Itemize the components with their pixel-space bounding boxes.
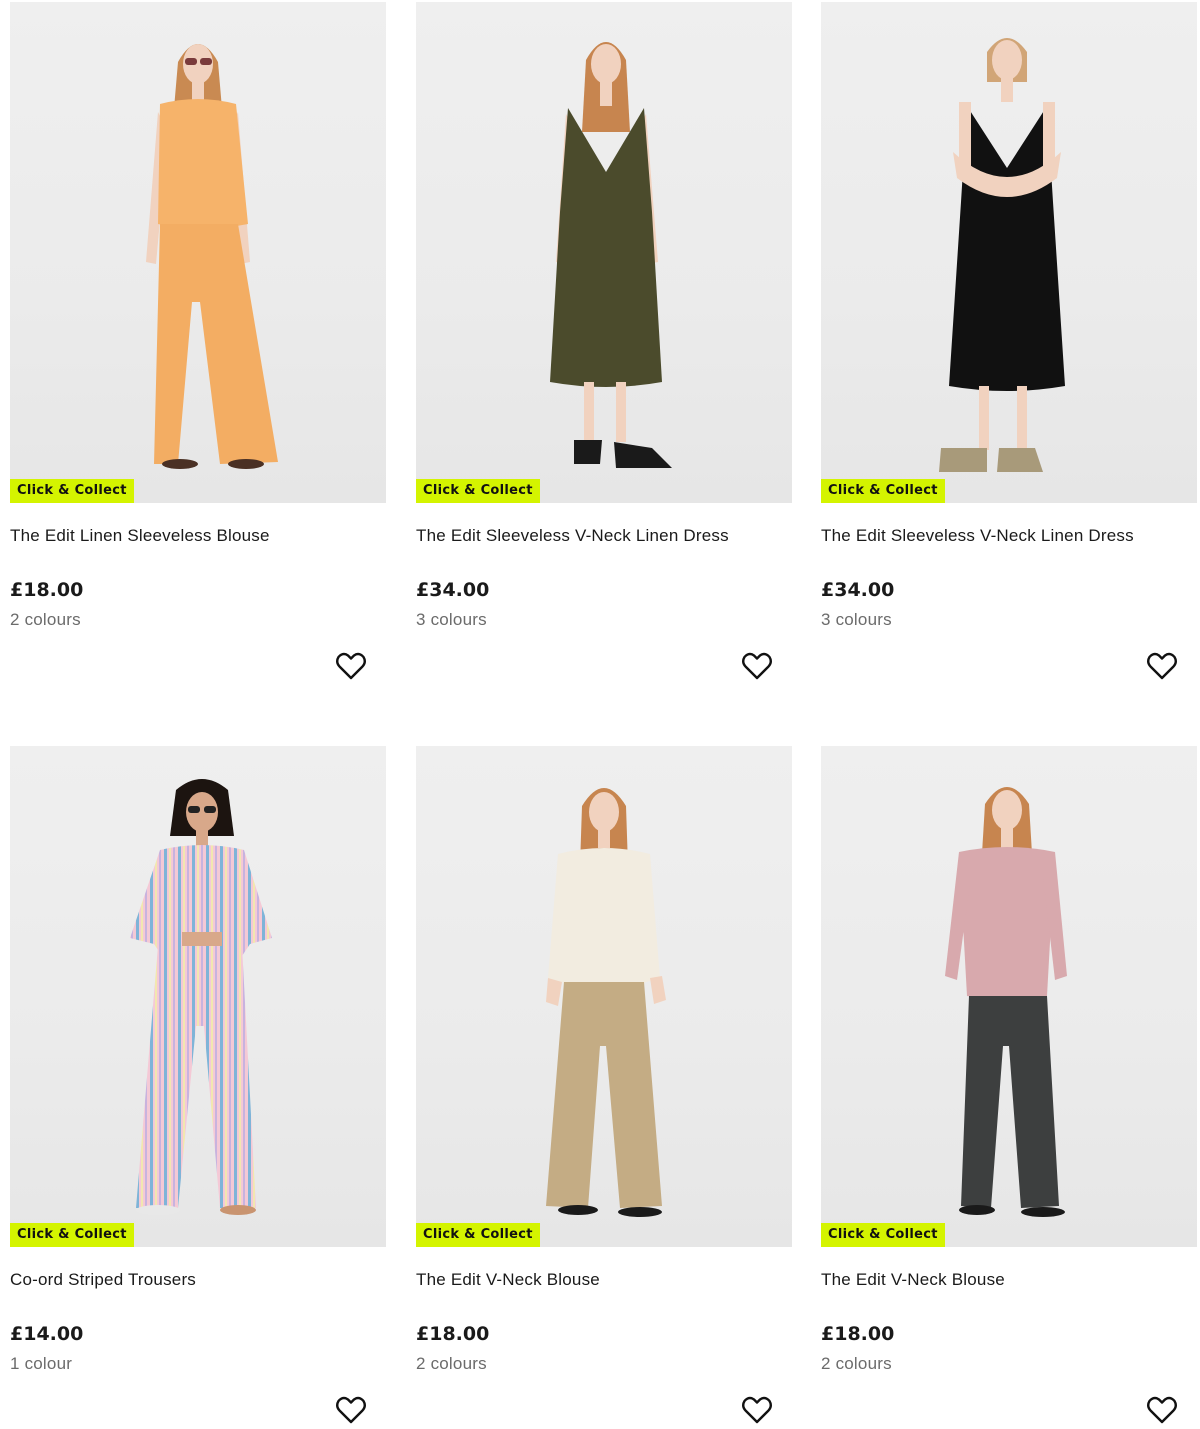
product-price: £14.00 [10,1323,84,1345]
product-colours: 3 colours [821,610,892,629]
click-collect-badge: Click & Collect [416,1223,540,1247]
model-figure [146,44,278,469]
product-card[interactable]: Click & Collect Co-ord Striped Trousers … [10,746,386,1424]
product-title[interactable]: The Edit V-Neck Blouse [416,1270,600,1290]
product-card[interactable]: Click & Collect The Edit Sleeveless V-Ne… [416,2,792,680]
heart-outline-icon[interactable] [335,651,367,681]
product-colours: 2 colours [416,1354,487,1373]
product-image[interactable]: Click & Collect [10,746,386,1247]
product-title[interactable]: The Edit Linen Sleeveless Blouse [10,526,270,546]
heart-outline-icon[interactable] [1146,1395,1178,1425]
product-price: £34.00 [821,579,895,601]
model-figure [550,42,672,468]
model-figure [939,38,1065,472]
product-title[interactable]: The Edit Sleeveless V-Neck Linen Dress [821,526,1134,546]
product-image[interactable]: Click & Collect [821,2,1197,503]
product-image[interactable]: Click & Collect [416,2,792,503]
product-title[interactable]: The Edit V-Neck Blouse [821,1270,1005,1290]
model-figure [945,787,1067,1217]
product-image[interactable]: Click & Collect [416,746,792,1247]
product-card[interactable]: Click & Collect The Edit Sleeveless V-Ne… [821,2,1197,680]
product-colours: 1 colour [10,1354,73,1373]
model-figure [546,788,666,1217]
product-price: £18.00 [821,1323,895,1345]
click-collect-badge: Click & Collect [416,479,540,503]
product-card[interactable]: Click & Collect The Edit Linen Sleeveles… [10,2,386,680]
model-figure [130,779,272,1215]
product-title[interactable]: The Edit Sleeveless V-Neck Linen Dress [416,526,729,546]
product-card[interactable]: Click & Collect The Edit V-Neck Blouse £… [416,746,792,1424]
product-price: £18.00 [416,1323,490,1345]
product-price: £34.00 [416,579,490,601]
heart-outline-icon[interactable] [335,1395,367,1425]
heart-outline-icon[interactable] [1146,651,1178,681]
click-collect-badge: Click & Collect [10,479,134,503]
click-collect-badge: Click & Collect [10,1223,134,1247]
product-colours: 2 colours [10,610,81,629]
click-collect-badge: Click & Collect [821,1223,945,1247]
product-price: £18.00 [10,579,84,601]
product-grid: Click & Collect The Edit Linen Sleeveles… [0,0,1200,1429]
product-title[interactable]: Co-ord Striped Trousers [10,1270,196,1290]
product-card[interactable]: Click & Collect The Edit V-Neck Blouse £… [821,746,1197,1424]
heart-outline-icon[interactable] [741,1395,773,1425]
product-image[interactable]: Click & Collect [10,2,386,503]
product-colours: 2 colours [821,1354,892,1373]
heart-outline-icon[interactable] [741,651,773,681]
product-colours: 3 colours [416,610,487,629]
product-image[interactable]: Click & Collect [821,746,1197,1247]
click-collect-badge: Click & Collect [821,479,945,503]
